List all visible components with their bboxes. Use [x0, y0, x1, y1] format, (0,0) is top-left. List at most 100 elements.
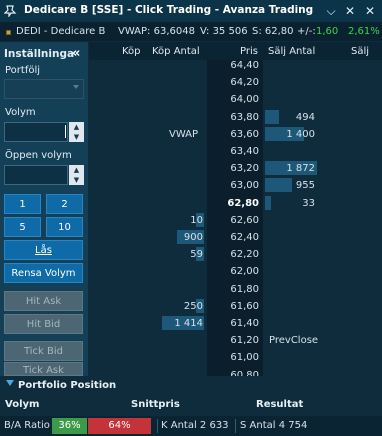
settings-title: Inställninga [4, 48, 75, 60]
price-level: 63,60 [230, 128, 259, 140]
buy-count: K Antal 2 633 [161, 420, 229, 431]
last-price-level: 62,80 [227, 197, 259, 209]
ladder-row[interactable]: 10 62,60 [89, 212, 382, 229]
pin-window-icon[interactable]: ✕ [341, 2, 359, 20]
price-level: 62,00 [230, 266, 259, 278]
header-buy: Köp [122, 46, 141, 57]
ladder-row[interactable]: 955 63,00 [89, 177, 382, 194]
price-level: 63,00 [230, 180, 259, 192]
sell-qty[interactable]: 955 [267, 180, 315, 191]
buy-qty[interactable]: 10 [159, 215, 203, 226]
price-level: 61,20 [230, 335, 259, 347]
ladder-row[interactable]: 61,20 PrevClose [89, 332, 382, 349]
ladder-row[interactable]: 250 61,60 [89, 298, 382, 315]
ladder-row[interactable]: 1 414 61,40 [89, 315, 382, 332]
price-level: 62,60 [230, 214, 259, 226]
portfolio-select[interactable] [4, 79, 84, 99]
price-level: 63,20 [230, 163, 259, 175]
ladder-row[interactable]: 59 62,20 [89, 246, 382, 263]
volume-label: Volym [5, 107, 36, 118]
sell-qty[interactable]: 1 400 [267, 129, 315, 140]
price-level: 61,00 [230, 352, 259, 364]
price-marker-label: PrevClose [269, 335, 319, 347]
portfolio-col-result: Resultat [256, 399, 304, 410]
quantity-5-button[interactable]: 5 [4, 217, 41, 237]
ladder-row[interactable]: 900 62,40 [89, 229, 382, 246]
ladder-row[interactable]: 494 63,80 [89, 109, 382, 126]
lock-button-label: Lås [35, 245, 52, 256]
ladder-row[interactable]: 64,00 [89, 91, 382, 108]
ladder-row[interactable]: 61,80 [89, 281, 382, 298]
price-level: 64,20 [230, 77, 259, 89]
ladder-row[interactable]: 1 400 63,60 VWAP [89, 126, 382, 143]
volume-value: V: 35 506 [200, 26, 248, 37]
ladder-row[interactable]: 64,40 [89, 60, 382, 74]
price-level: 62,20 [230, 249, 259, 261]
price-level: 61,40 [230, 318, 259, 329]
instrument-name: DEDI - Dedicare B [16, 26, 106, 37]
portfolio-position-section: Portfolio Position Volym Snittpris Resul… [0, 377, 382, 416]
buy-qty[interactable]: 900 [159, 232, 203, 243]
buy-ratio-value: 36% [58, 420, 81, 431]
hit-ask-button[interactable]: Hit Ask [4, 291, 83, 311]
volume-increment-button[interactable]: ▲ [69, 122, 84, 132]
price-level: 64,40 [230, 60, 259, 71]
expand-triangle-icon[interactable] [6, 380, 14, 386]
buy-qty[interactable]: 59 [159, 249, 203, 260]
quantity-10-button[interactable]: 10 [46, 217, 83, 237]
window-title: Dedicare B [SSE] - Click Trading - Avanz… [24, 4, 314, 16]
text-cursor [65, 125, 66, 138]
open-volume-increment-button[interactable]: ▲ [69, 165, 84, 175]
sell-qty[interactable]: 33 [267, 198, 315, 209]
ladder-row[interactable]: 62,00 [89, 263, 382, 280]
sell-qty[interactable]: 494 [267, 112, 315, 123]
price-level: 61,80 [230, 283, 259, 295]
ladder-row[interactable]: 63,40 [89, 143, 382, 160]
header-sell: Sälj [351, 46, 370, 57]
change-percent: 2,61% [348, 26, 380, 37]
divider [235, 419, 236, 433]
status-bar: B/A Ratio 36% 64% K Antal 2 633 S Antal … [0, 416, 382, 436]
divider [157, 419, 158, 433]
ladder-row[interactable]: 60,80 [89, 367, 382, 376]
sell-qty[interactable]: 1 872 [267, 163, 315, 174]
pin-icon[interactable] [4, 3, 18, 17]
quantity-2-button[interactable]: 2 [46, 194, 83, 214]
close-icon[interactable]: ✕ [361, 2, 379, 20]
open-volume-input[interactable] [4, 165, 68, 185]
ladder-row[interactable]: 1 872 63,20 [89, 160, 382, 177]
ba-ratio-label: B/A Ratio [4, 420, 50, 431]
tick-bid-button[interactable]: Tick Bid [4, 341, 83, 361]
tick-ask-button[interactable]: Tick Ask [4, 362, 83, 376]
buy-qty[interactable]: 250 [159, 301, 203, 312]
ladder-row[interactable]: 61,00 [89, 349, 382, 366]
ladder-row[interactable]: 33 62,80 [89, 195, 382, 212]
price-level: 62,40 [230, 232, 259, 243]
volume-decrement-button[interactable]: ▼ [69, 132, 84, 142]
clear-volume-button[interactable]: Rensa Volym [4, 263, 83, 283]
sell-count: S Antal 4 754 [240, 420, 308, 431]
open-volume-decrement-button[interactable]: ▼ [69, 175, 84, 185]
header-price: Pris [240, 46, 258, 57]
price-level: 63,40 [230, 146, 259, 157]
buy-ratio-box: 36% [52, 418, 87, 434]
instrument-status-icon [6, 30, 11, 35]
change-value: 1,60 [316, 26, 339, 37]
header-buy-qty: Köp Antal [152, 46, 200, 57]
sell-ratio-box: 64% [88, 418, 151, 434]
price-level: 63,80 [230, 111, 259, 123]
settings-panel: Inställninga « Portfölj Volym ▲ ▼ Öppen … [0, 42, 88, 376]
ladder-header: Köp Köp Antal Pris Sälj Antal Sälj [89, 42, 382, 60]
portfolio-col-avg-price: Snittpris [131, 399, 180, 410]
collapse-panel-icon[interactable]: « [72, 46, 80, 61]
hit-bid-button[interactable]: Hit Bid [4, 314, 83, 334]
lock-button[interactable]: Lås [4, 240, 83, 260]
collapse-icon[interactable]: ⌵ [322, 2, 340, 20]
instrument-bar: DEDI - Dedicare B VWAP: 63,6048 V: 35 50… [0, 23, 382, 41]
ladder-row[interactable]: 64,20 [89, 74, 382, 91]
price-level: 64,00 [230, 94, 259, 106]
buy-qty[interactable]: 1 414 [159, 318, 203, 329]
volume-input[interactable] [4, 122, 68, 142]
header-sell-qty: Sälj Antal [268, 46, 316, 57]
quantity-1-button[interactable]: 1 [4, 194, 41, 214]
